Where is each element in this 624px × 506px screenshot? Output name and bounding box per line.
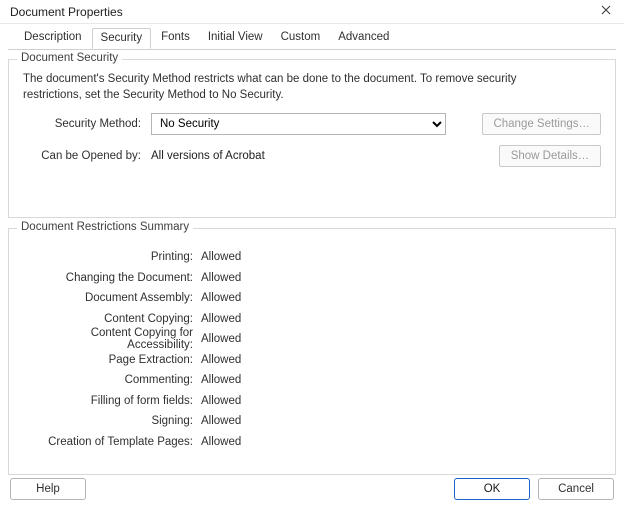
- titlebar: Document Properties: [0, 0, 624, 24]
- ok-button[interactable]: OK: [454, 478, 530, 500]
- opened-by-value: All versions of Acrobat: [151, 150, 265, 162]
- restriction-label: Commenting:: [23, 374, 201, 386]
- group-restrictions-label: Document Restrictions Summary: [17, 221, 193, 233]
- group-document-security: Document Security The document's Securit…: [8, 59, 616, 218]
- tab-initial-view[interactable]: Initial View: [200, 28, 271, 49]
- tab-advanced[interactable]: Advanced: [330, 28, 397, 49]
- restriction-value: Allowed: [201, 272, 241, 284]
- row-opened-by: Can be Opened by: All versions of Acroba…: [23, 145, 601, 167]
- restriction-value: Allowed: [201, 333, 241, 345]
- security-method-select[interactable]: No Security: [151, 113, 446, 135]
- security-method-select-wrap: No Security: [151, 113, 446, 135]
- restriction-value: Allowed: [201, 395, 241, 407]
- tabstrip: Description Security Fonts Initial View …: [8, 28, 616, 49]
- restriction-label: Content Copying for Accessibility:: [23, 327, 201, 351]
- restriction-label: Page Extraction:: [23, 354, 201, 366]
- group-document-security-label: Document Security: [17, 52, 122, 64]
- restriction-label: Changing the Document:: [23, 272, 201, 284]
- restriction-value: Allowed: [201, 292, 241, 304]
- show-details-button: Show Details…: [499, 145, 601, 167]
- restriction-label: Content Copying:: [23, 313, 201, 325]
- group-restrictions: Document Restrictions Summary Printing:A…: [8, 228, 616, 475]
- bottom-button-bar: Help OK Cancel: [0, 472, 624, 506]
- restriction-row: Content Copying:Allowed: [23, 309, 601, 330]
- restriction-label: Filling of form fields:: [23, 395, 201, 407]
- restrictions-list: Printing:Allowed Changing the Document:A…: [23, 247, 601, 452]
- restriction-row: Printing:Allowed: [23, 247, 601, 268]
- opened-by-label: Can be Opened by:: [23, 150, 151, 162]
- cancel-button[interactable]: Cancel: [538, 478, 614, 500]
- restriction-value: Allowed: [201, 251, 241, 263]
- restriction-row: Page Extraction:Allowed: [23, 350, 601, 371]
- restriction-value: Allowed: [201, 415, 241, 427]
- restriction-value: Allowed: [201, 313, 241, 325]
- restriction-row: Filling of form fields:Allowed: [23, 391, 601, 412]
- restriction-label: Signing:: [23, 415, 201, 427]
- change-settings-button: Change Settings…: [482, 113, 601, 135]
- window-title: Document Properties: [10, 5, 594, 19]
- restriction-label: Creation of Template Pages:: [23, 436, 201, 448]
- row-security-method: Security Method: No Security Change Sett…: [23, 113, 601, 135]
- restriction-value: Allowed: [201, 354, 241, 366]
- tab-security[interactable]: Security: [92, 28, 152, 49]
- tab-fonts[interactable]: Fonts: [153, 28, 198, 49]
- close-icon: [601, 5, 611, 18]
- help-button[interactable]: Help: [10, 478, 86, 500]
- restriction-row: Document Assembly:Allowed: [23, 288, 601, 309]
- restriction-row: Creation of Template Pages:Allowed: [23, 432, 601, 453]
- restriction-row: Content Copying for Accessibility:Allowe…: [23, 329, 601, 350]
- restriction-row: Changing the Document:Allowed: [23, 268, 601, 289]
- restriction-value: Allowed: [201, 374, 241, 386]
- tab-custom[interactable]: Custom: [273, 28, 329, 49]
- restriction-row: Commenting:Allowed: [23, 370, 601, 391]
- restriction-value: Allowed: [201, 436, 241, 448]
- restriction-row: Signing:Allowed: [23, 411, 601, 432]
- security-method-label: Security Method:: [23, 118, 151, 130]
- restriction-label: Document Assembly:: [23, 292, 201, 304]
- restriction-label: Printing:: [23, 251, 201, 263]
- security-intro-text: The document's Security Method restricts…: [23, 72, 543, 103]
- tab-description[interactable]: Description: [16, 28, 90, 49]
- client-area: Description Security Fonts Initial View …: [0, 24, 624, 472]
- close-button[interactable]: [594, 2, 618, 22]
